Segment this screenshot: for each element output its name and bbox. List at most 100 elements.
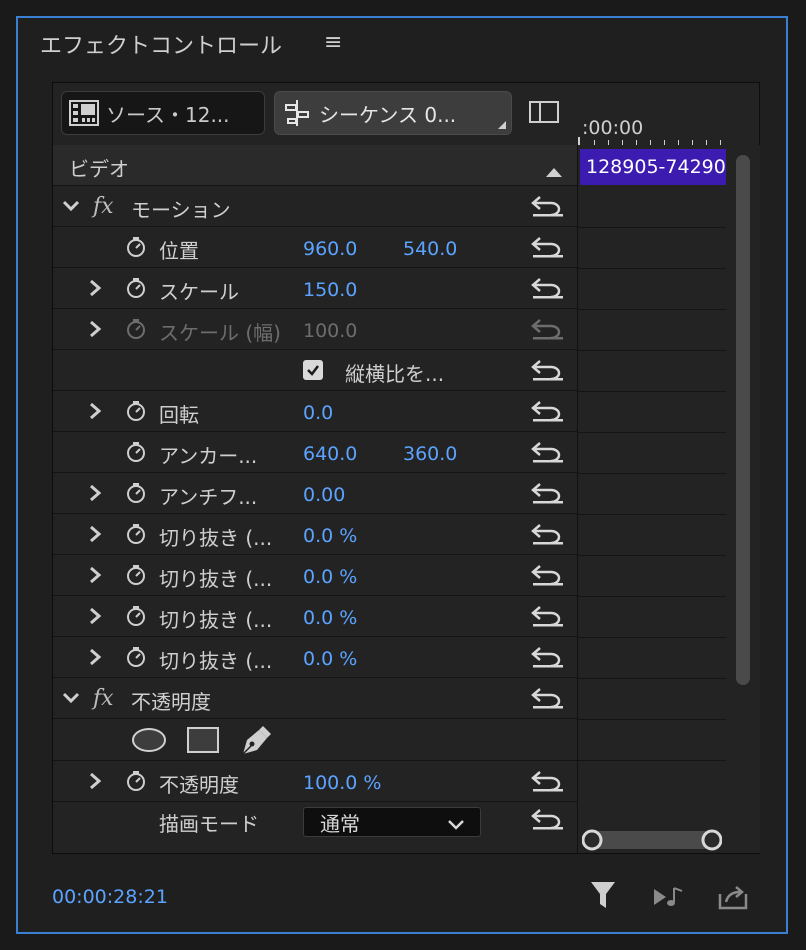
anti-flicker-row: アンチフ... 0.00: [53, 473, 577, 514]
rotation-value[interactable]: 0.0: [303, 402, 333, 424]
reset-icon[interactable]: [531, 770, 565, 797]
blend-mode-label: 描画モード: [159, 812, 259, 836]
stopwatch-icon[interactable]: [125, 277, 147, 304]
source-clip-label: ソース・12...: [106, 102, 230, 127]
fx-icon[interactable]: fx: [93, 686, 114, 711]
motion-effect-row[interactable]: fx モーション: [53, 186, 577, 227]
vertical-scrollbar[interactable]: [736, 155, 750, 685]
ellipse-mask-icon[interactable]: [131, 727, 167, 758]
reset-icon[interactable]: [531, 646, 565, 673]
chevron-down-icon[interactable]: [61, 688, 81, 713]
reset-icon[interactable]: [531, 441, 565, 468]
crop-row-1: 切り抜き (... 0.0 %: [53, 514, 577, 555]
crop-value[interactable]: 0.0 %: [303, 525, 357, 547]
rotation-row: 回転 0.0: [53, 391, 577, 432]
reset-icon[interactable]: [531, 236, 565, 263]
motion-label: モーション: [131, 198, 231, 222]
sequence-clip-button[interactable]: シーケンス 0...: [274, 91, 512, 135]
zoom-scrollbar[interactable]: [582, 827, 722, 853]
stopwatch-icon[interactable]: [125, 441, 147, 468]
stopwatch-icon[interactable]: [125, 564, 147, 591]
rectangle-mask-icon[interactable]: [187, 727, 219, 758]
stopwatch-icon[interactable]: [125, 770, 147, 797]
opacity-value[interactable]: 100.0 %: [303, 772, 382, 794]
chevron-right-icon[interactable]: [87, 606, 103, 631]
sequence-icon: [275, 99, 319, 127]
crop-label: 切り抜き (...: [159, 526, 273, 550]
reset-icon[interactable]: [531, 277, 565, 304]
blend-mode-dropdown[interactable]: 通常: [303, 807, 481, 837]
effect-controls-panel: エフェクトコントロール ≡ ソース・12... シーケンス 0... ビデオ f…: [16, 16, 788, 934]
opacity-section-label: 不透明度: [131, 690, 211, 714]
collapse-up-icon[interactable]: [545, 159, 563, 183]
export-icon[interactable]: [718, 884, 748, 914]
chevron-right-icon[interactable]: [87, 771, 103, 796]
reset-icon[interactable]: [531, 564, 565, 591]
reset-icon[interactable]: [531, 605, 565, 632]
crop-value[interactable]: 0.0 %: [303, 648, 357, 670]
stopwatch-icon[interactable]: [125, 605, 147, 632]
reset-icon: [531, 318, 565, 345]
fx-icon[interactable]: fx: [93, 194, 114, 219]
anchor-y-value[interactable]: 360.0: [403, 443, 457, 465]
filter-icon[interactable]: [590, 880, 616, 914]
chevron-right-icon[interactable]: [87, 483, 103, 508]
timeline-clip[interactable]: 128905-74290: [580, 149, 726, 185]
chevron-right-icon[interactable]: [87, 401, 103, 426]
timeline-row-divider: [578, 678, 726, 679]
stopwatch-icon[interactable]: [125, 482, 147, 509]
anchor-x-value[interactable]: 640.0: [303, 443, 357, 465]
anchor-point-label: アンカー...: [159, 444, 258, 468]
crop-value[interactable]: 0.0 %: [303, 566, 357, 588]
stopwatch-icon[interactable]: [125, 646, 147, 673]
rotation-label: 回転: [159, 403, 199, 427]
chevron-right-icon[interactable]: [87, 319, 103, 344]
chevron-right-icon[interactable]: [87, 565, 103, 590]
reset-icon[interactable]: [531, 687, 565, 714]
anti-flicker-label: アンチフ...: [159, 485, 258, 509]
reset-icon[interactable]: [531, 400, 565, 427]
hamburger-icon[interactable]: ≡: [324, 30, 342, 55]
chevron-right-icon[interactable]: [87, 278, 103, 303]
toggle-timeline-icon[interactable]: [529, 101, 559, 127]
position-x-value[interactable]: 960.0: [303, 238, 357, 260]
stopwatch-icon[interactable]: [125, 523, 147, 550]
reset-icon[interactable]: [531, 808, 565, 835]
chevron-right-icon[interactable]: [87, 524, 103, 549]
position-y-value[interactable]: 540.0: [403, 238, 457, 260]
source-clip-button[interactable]: ソース・12...: [61, 91, 265, 135]
reset-icon[interactable]: [531, 523, 565, 550]
scale-width-value: 100.0: [303, 320, 358, 342]
video-section-header: ビデオ: [53, 145, 577, 186]
play-audio-icon[interactable]: [652, 886, 686, 912]
crop-label: 切り抜き (...: [159, 649, 273, 673]
stopwatch-icon[interactable]: [125, 236, 147, 263]
reset-icon[interactable]: [531, 359, 565, 386]
opacity-row: 不透明度 100.0 %: [53, 761, 577, 802]
uniform-scale-row: 縦横比を...: [53, 350, 577, 391]
chevron-down-icon: [446, 814, 466, 838]
timeline-row-divider: [578, 719, 726, 720]
chevron-right-icon[interactable]: [87, 647, 103, 672]
opacity-label: 不透明度: [159, 773, 239, 797]
scale-value[interactable]: 150.0: [303, 279, 357, 301]
pen-mask-icon[interactable]: [239, 724, 273, 761]
reset-icon[interactable]: [531, 195, 565, 222]
timeline-row-divider: [578, 350, 726, 351]
time-ruler: [578, 137, 721, 145]
crop-value[interactable]: 0.0 %: [303, 607, 357, 629]
uniform-scale-checkbox[interactable]: [303, 360, 323, 380]
crop-label: 切り抜き (...: [159, 567, 273, 591]
stopwatch-icon[interactable]: [125, 400, 147, 427]
opacity-effect-row[interactable]: fx 不透明度: [53, 678, 577, 719]
chevron-down-icon[interactable]: [61, 196, 81, 221]
current-timecode[interactable]: 00:00:28:21: [52, 886, 168, 908]
reset-icon[interactable]: [531, 482, 565, 509]
anti-flicker-value[interactable]: 0.00: [303, 484, 345, 506]
scale-width-label: スケール (幅): [159, 321, 281, 345]
timeline-row-divider: [578, 268, 726, 269]
timeline-row-divider: [578, 432, 726, 433]
mask-tools-row: [53, 719, 577, 761]
position-row: 位置 960.0 540.0: [53, 227, 577, 268]
blend-mode-row: 描画モード 通常: [53, 802, 577, 843]
